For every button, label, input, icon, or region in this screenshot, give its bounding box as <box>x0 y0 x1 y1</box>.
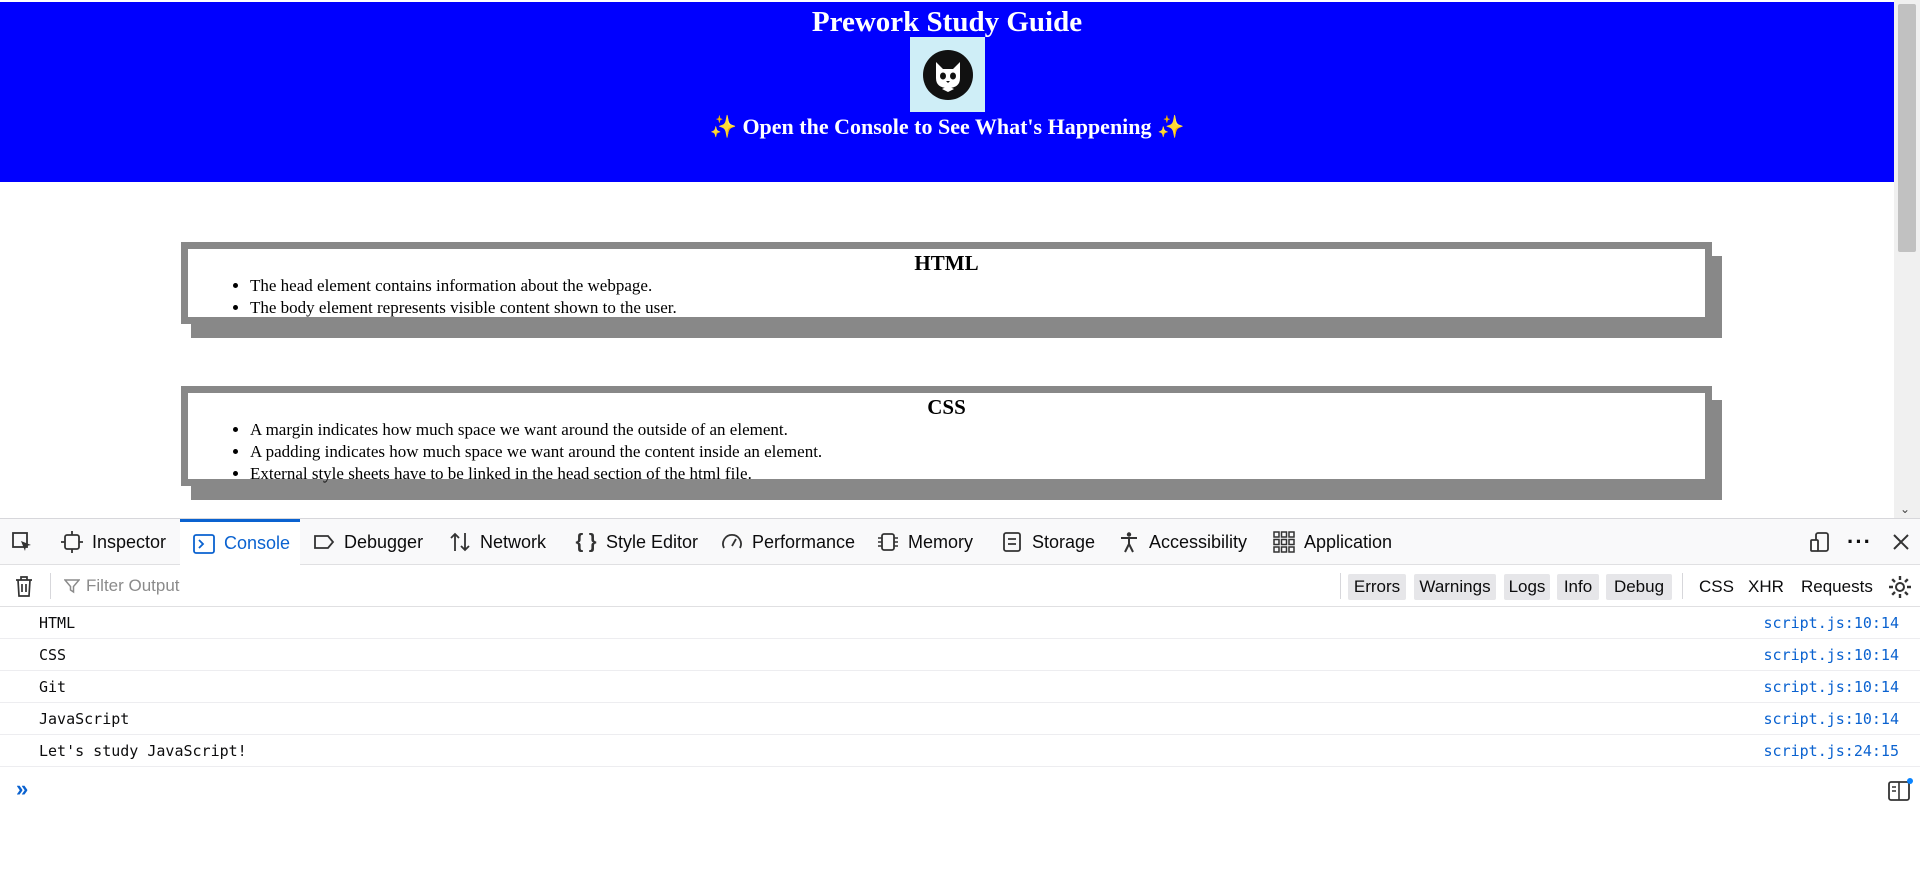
tab-console[interactable]: Console <box>180 519 300 565</box>
filter-warnings-button[interactable]: Warnings <box>1414 574 1496 600</box>
toolbar-divider <box>50 573 51 599</box>
scrollbar-thumb[interactable] <box>1898 4 1916 252</box>
style-editor-icon: { } <box>575 530 597 553</box>
console-log-row: Git script.js:10:14 <box>0 671 1920 703</box>
tab-label: Storage <box>1032 531 1096 552</box>
tab-inspector[interactable]: Inspector <box>60 519 178 565</box>
trash-icon[interactable] <box>14 575 34 602</box>
console-filter-bar: Errors Warnings Logs Info Debug CSS XHR … <box>0 565 1920 607</box>
tab-label: Memory <box>908 531 974 552</box>
console-log-row: Let's study JavaScript! script.js:24:15 <box>0 735 1920 767</box>
tab-performance[interactable]: Performance <box>720 519 855 565</box>
scroll-down-icon[interactable]: ⌄ <box>1900 502 1910 516</box>
console-output: HTML script.js:10:14 CSS script.js:10:14… <box>0 607 1920 767</box>
element-picker-button[interactable] <box>10 519 42 565</box>
close-icon <box>1889 530 1913 554</box>
card-heading: HTML <box>914 251 979 275</box>
filter-requests-button[interactable]: Requests <box>1801 574 1873 600</box>
cat-icon <box>922 49 973 100</box>
log-message: JavaScript <box>39 710 130 728</box>
tab-label: Performance <box>752 531 856 552</box>
close-devtools-button[interactable] <box>1889 519 1920 565</box>
tab-label: Inspector <box>92 531 167 552</box>
tab-label: Debugger <box>344 531 424 552</box>
inspector-icon <box>60 530 84 554</box>
card-heading: CSS <box>927 395 966 419</box>
console-icon <box>192 532 216 556</box>
application-icon <box>1272 530 1296 554</box>
log-source-link[interactable]: script.js:10:14 <box>1764 710 1899 728</box>
cat-logo <box>910 37 985 112</box>
performance-icon <box>720 530 744 554</box>
page-header: Prework Study Guide ✨ Open the Console t… <box>0 2 1894 182</box>
list-item: The head element contains information ab… <box>250 275 1705 297</box>
prompt-chevron-icon: » <box>16 776 29 801</box>
console-log-row: JavaScript script.js:10:14 <box>0 703 1920 735</box>
tab-style-editor[interactable]: { } Style Editor <box>574 519 698 565</box>
editor-mode-icon[interactable] <box>1888 778 1914 807</box>
gear-icon[interactable] <box>1888 575 1912 604</box>
tab-application[interactable]: Application <box>1272 519 1392 565</box>
tab-accessibility[interactable]: Accessibility <box>1117 519 1247 565</box>
tab-label: Console <box>224 533 291 553</box>
filter-logs-button[interactable]: Logs <box>1504 574 1550 600</box>
tab-label: Accessibility <box>1149 531 1248 552</box>
list-item: External style sheets have to be linked … <box>250 463 1705 485</box>
log-message: CSS <box>39 646 67 664</box>
tab-label: Style Editor <box>606 531 699 552</box>
filter-output-input[interactable] <box>62 573 1332 599</box>
tab-network[interactable]: Network <box>448 519 546 565</box>
page-title: Prework Study Guide <box>811 6 1083 38</box>
filter-info-button[interactable]: Info <box>1557 574 1599 600</box>
list-item: The body element represents visible cont… <box>250 297 1705 319</box>
log-message: Let's study JavaScript! <box>39 742 247 760</box>
page-scrollbar[interactable]: ⌄ <box>1894 0 1920 518</box>
filter-xhr-button[interactable]: XHR <box>1748 574 1784 600</box>
tab-debugger[interactable]: Debugger <box>312 519 423 565</box>
page-viewport: Prework Study Guide ✨ Open the Console t… <box>0 0 1920 518</box>
tab-label: Network <box>480 531 547 552</box>
card-list: The head element contains information ab… <box>188 275 1705 319</box>
log-source-link[interactable]: script.js:10:14 <box>1764 646 1899 664</box>
log-source-link[interactable]: script.js:10:14 <box>1764 678 1899 696</box>
log-message: HTML <box>39 614 76 632</box>
responsive-design-icon <box>1808 530 1832 554</box>
more-options-icon[interactable]: ··· <box>1847 519 1872 565</box>
console-log-row: CSS script.js:10:14 <box>0 639 1920 671</box>
log-source-link[interactable]: script.js:10:14 <box>1764 614 1899 632</box>
list-item: A padding indicates how much space we wa… <box>250 441 1705 463</box>
filter-errors-button[interactable]: Errors <box>1348 574 1406 600</box>
log-source-link[interactable]: script.js:24:15 <box>1764 742 1899 760</box>
network-icon <box>448 530 472 554</box>
picker-icon <box>10 530 34 554</box>
filter-debug-button[interactable]: Debug <box>1606 574 1672 600</box>
responsive-design-button[interactable] <box>1808 519 1840 565</box>
toolbar-divider <box>1682 573 1683 599</box>
tab-memory[interactable]: Memory <box>876 519 973 565</box>
card-css: CSS A margin indicates how much space we… <box>181 386 1712 486</box>
memory-icon <box>876 530 900 554</box>
toolbar-divider <box>1340 573 1341 599</box>
console-input-row[interactable]: » <box>0 770 1920 806</box>
accessibility-icon <box>1117 530 1141 554</box>
console-log-row: HTML script.js:10:14 <box>0 607 1920 639</box>
devtools-panel: Inspector Console Debugger Network { } S… <box>0 518 1920 894</box>
tab-label: Application <box>1304 531 1393 552</box>
debugger-icon <box>312 530 336 554</box>
storage-icon <box>1000 530 1024 554</box>
card-html: HTML The head element contains informati… <box>181 242 1712 324</box>
filter-css-button[interactable]: CSS <box>1699 574 1734 600</box>
page-subtitle: ✨ Open the Console to See What's Happeni… <box>709 114 1185 139</box>
card-list: A margin indicates how much space we wan… <box>188 419 1705 485</box>
list-item: A margin indicates how much space we wan… <box>250 419 1705 441</box>
log-message: Git <box>39 678 67 696</box>
tab-storage[interactable]: Storage <box>1000 519 1095 565</box>
devtools-toolbar: Inspector Console Debugger Network { } S… <box>0 519 1920 565</box>
